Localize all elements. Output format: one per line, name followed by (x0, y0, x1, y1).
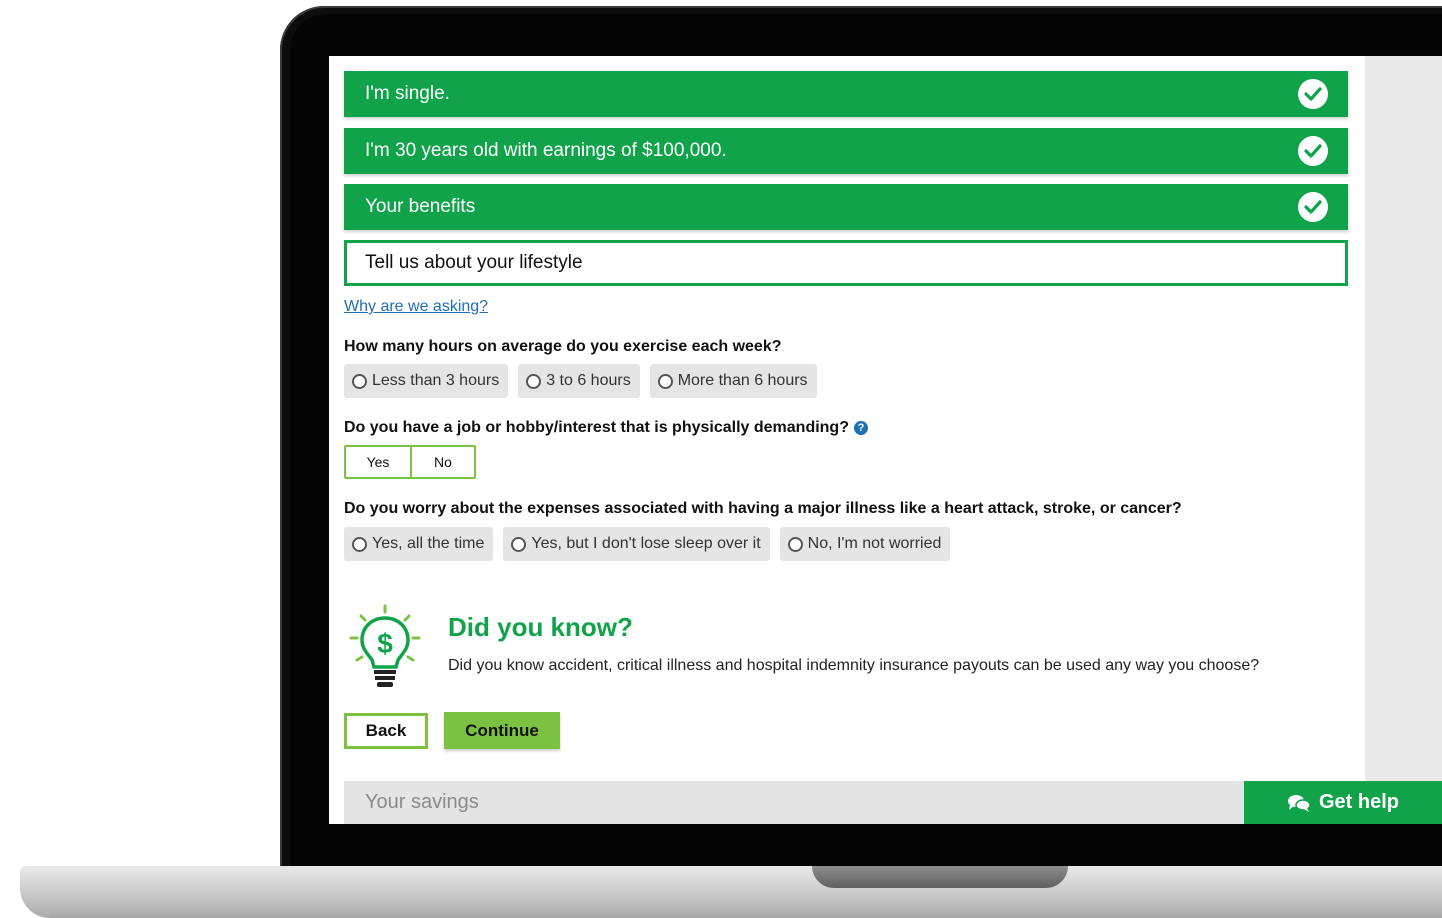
radio-circle-icon (657, 373, 673, 389)
laptop-base (20, 866, 1442, 918)
radio-option-not-worried[interactable]: No, I'm not worried (779, 527, 951, 561)
option-label: More than 6 hours (677, 372, 808, 389)
right-gutter (1365, 56, 1442, 824)
radio-circle-icon (787, 536, 803, 552)
radio-circle-icon (352, 536, 367, 552)
checkmark-icon (1298, 136, 1328, 166)
savings-label: Your savings (365, 791, 479, 813)
did-you-know-text: Did you know accident, critical illness … (448, 657, 1260, 674)
radio-option-dont-lose-sleep[interactable]: Yes, but I don't lose sleep over it (503, 527, 770, 561)
radio-circle-icon (526, 373, 542, 389)
get-help-label: Get help (1318, 791, 1399, 813)
laptop-notch (812, 866, 1068, 888)
exercise-options: Less than 3 hours 3 to 6 hours More than… (344, 364, 817, 398)
question-exercise: How many hours on average do you exercis… (344, 338, 782, 355)
step-label: I'm 30 years old with earnings of $100,0… (365, 140, 727, 161)
checkmark-icon (1298, 192, 1328, 222)
radio-circle-icon (511, 536, 527, 552)
lightbulb-dollar-icon: $ (349, 604, 421, 687)
question-text: Do you have a job or hobby/interest that… (344, 419, 849, 436)
option-label: 3 to 6 hours (546, 372, 631, 389)
yes-no-toggle: Yes No (344, 445, 476, 479)
step-benefits[interactable]: Your benefits (344, 184, 1348, 230)
option-label: Yes, but I don't lose sleep over it (531, 535, 761, 552)
get-help-button[interactable]: Get help (1244, 781, 1442, 824)
did-you-know-title: Did you know? (448, 612, 633, 642)
radio-option-more-than-6[interactable]: More than 6 hours (649, 364, 817, 398)
step-label: I'm single. (365, 83, 450, 104)
question-illness-worry: Do you worry about the expenses associat… (344, 500, 1182, 517)
svg-text:$: $ (377, 628, 393, 659)
screen: I'm single. I'm 30 years old with earnin… (329, 56, 1442, 824)
option-label: Yes, all the time (372, 535, 485, 552)
option-label: Less than 3 hours (372, 372, 500, 389)
checkmark-icon (1298, 79, 1328, 109)
toggle-no-button[interactable]: No (412, 447, 474, 477)
illness-worry-options: Yes, all the time Yes, but I don't lose … (344, 527, 951, 561)
question-physical-demand: Do you have a job or hobby/interest that… (344, 419, 868, 437)
back-button[interactable]: Back (344, 713, 428, 749)
chat-bubbles-icon (1287, 794, 1311, 812)
step-label: Your benefits (365, 196, 476, 217)
step-marital-status[interactable]: I'm single. (344, 71, 1348, 117)
question-circle-icon[interactable]: ? (853, 421, 868, 435)
radio-option-less-than-3[interactable]: Less than 3 hours (344, 364, 509, 398)
toggle-yes-button[interactable]: Yes (346, 447, 412, 477)
continue-button[interactable]: Continue (444, 712, 560, 749)
why-are-we-asking-link[interactable]: Why are we asking? (344, 298, 488, 316)
step-lifestyle-current: Tell us about your lifestyle (344, 240, 1348, 286)
radio-option-all-the-time[interactable]: Yes, all the time (344, 527, 494, 561)
step-age-earnings[interactable]: I'm 30 years old with earnings of $100,0… (344, 128, 1348, 174)
radio-circle-icon (352, 373, 367, 389)
step-current-label: Tell us about your lifestyle (365, 252, 583, 273)
radio-option-3-to-6[interactable]: 3 to 6 hours (518, 364, 640, 398)
option-label: No, I'm not worried (807, 535, 942, 552)
